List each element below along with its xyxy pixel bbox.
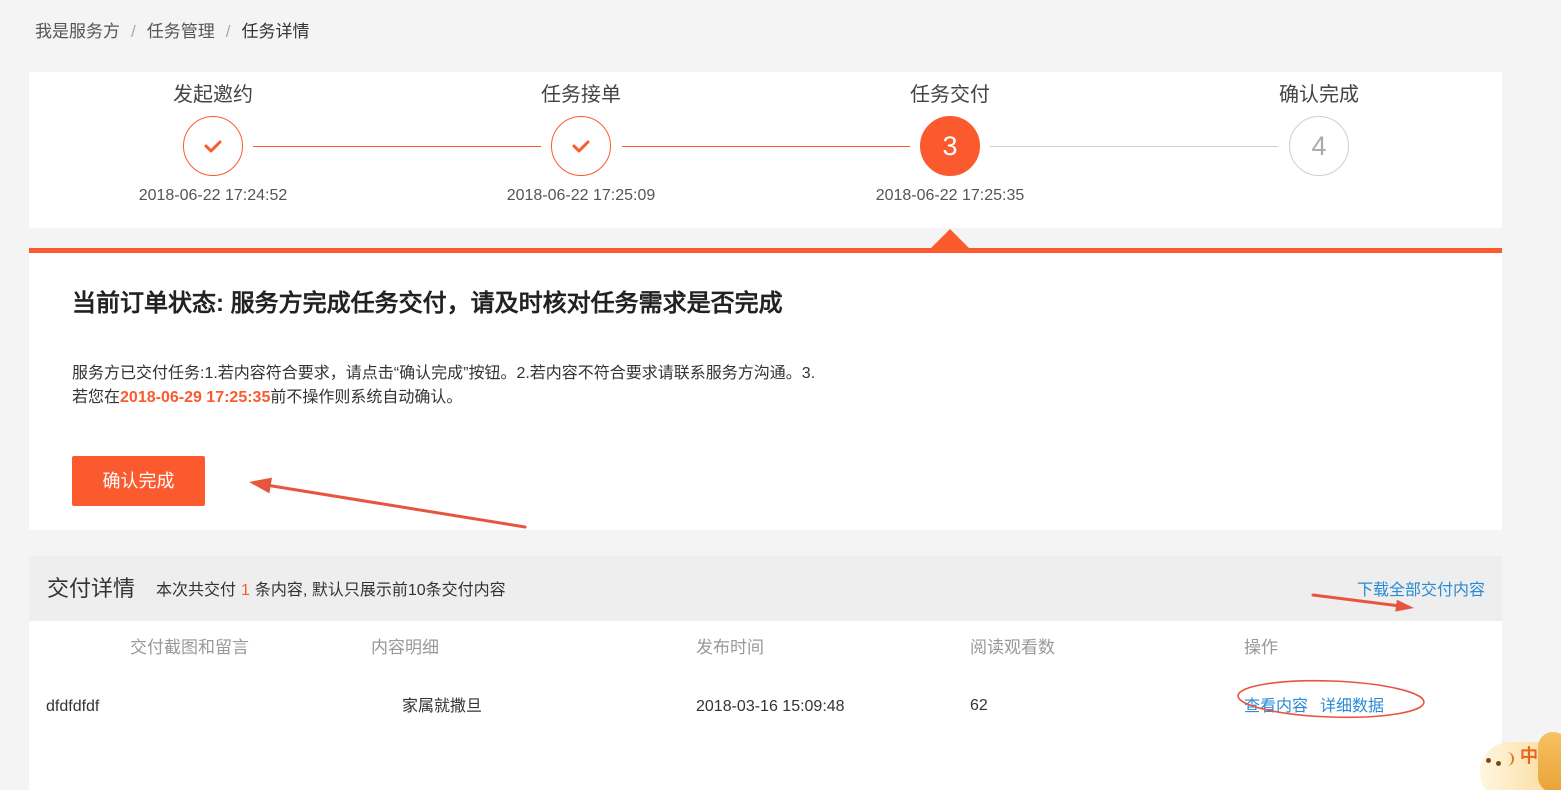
step-deliver: 任务交付 3 2018-06-22 17:25:35: [830, 72, 1070, 228]
summary-prefix: 本次共交付: [156, 582, 237, 599]
view-content-link[interactable]: 查看内容: [1244, 698, 1308, 715]
current-step-pointer: [930, 229, 970, 249]
step-time: 2018-06-22 17:24:52: [138, 187, 288, 204]
download-all-link[interactable]: 下载全部交付内容: [1357, 556, 1485, 626]
breadcrumb-item-service-provider[interactable]: 我是服务方: [35, 22, 120, 41]
cell-publish-time: 2018-03-16 15:09:48: [696, 698, 845, 715]
step-label: 发起邀约: [173, 84, 253, 106]
breadcrumb-item-current: 任务详情: [241, 22, 310, 41]
step-label: 任务接单: [541, 84, 621, 106]
order-status-panel: 当前订单状态: 服务方完成任务交付，请及时核对任务需求是否完成 服务方已交付任务…: [29, 253, 1502, 530]
delivery-details-header: 交付详情 本次共交付 1 条内容, 默认只展示前10条交付内容 下载全部交付内容: [29, 556, 1502, 621]
step-confirm: 确认完成 4: [1199, 72, 1439, 228]
step-label: 任务交付: [910, 84, 990, 106]
step-circle: [183, 116, 243, 176]
delivery-table: 交付截图和留言 内容明细 发布时间 阅读观看数 操作 dfdfdfdf 家属就撒…: [29, 621, 1502, 790]
check-icon: [572, 140, 590, 153]
auto-confirm-deadline: 2018-06-29 17:25:35: [120, 389, 271, 406]
breadcrumb: 我是服务方 / 任务管理 / 任务详情: [35, 21, 309, 43]
breadcrumb-separator: /: [225, 22, 231, 41]
confirm-complete-button[interactable]: 确认完成: [72, 456, 205, 506]
order-status-title: 当前订单状态: 服务方完成任务交付，请及时核对任务需求是否完成: [72, 290, 783, 317]
ime-mascot-eye: [1486, 758, 1491, 763]
step-accept: 任务接单 2018-06-22 17:25:09: [461, 72, 701, 228]
breadcrumb-item-task-management[interactable]: 任务管理: [147, 22, 215, 41]
detail-data-link[interactable]: 详细数据: [1320, 698, 1384, 715]
step-time: 2018-06-22 17:25:09: [506, 187, 656, 204]
delivery-details-title: 交付详情: [47, 576, 136, 601]
delivery-summary: 本次共交付 1 条内容, 默认只展示前10条交付内容: [156, 556, 506, 626]
status-description-line: 服务方已交付任务:1.若内容符合要求，请点击“确认完成”按钮。2.若内容不符合要…: [72, 365, 816, 382]
check-icon: [204, 140, 222, 153]
cell-message: dfdfdfdf: [46, 698, 100, 715]
breadcrumb-separator: /: [131, 22, 136, 41]
status-description-line: 若您在2018-06-29 17:25:35前不操作则系统自动确认。: [72, 386, 815, 410]
order-status-description: 服务方已交付任务:1.若内容符合要求，请点击“确认完成”按钮。2.若内容不符合要…: [72, 362, 815, 410]
column-header-view-count: 阅读观看数: [970, 638, 1055, 657]
ime-mode-label: 中: [1520, 746, 1538, 766]
step-number-circle: 3: [920, 116, 980, 176]
cell-actions: 查看内容 详细数据: [1244, 696, 1384, 718]
cell-content: 家属就撒旦: [402, 698, 483, 715]
cell-view-count: 62: [970, 697, 988, 714]
column-header-screenshot-message: 交付截图和留言: [130, 638, 249, 657]
delivery-count: 1: [241, 582, 250, 599]
step-invite: 发起邀约 2018-06-22 17:24:52: [93, 72, 333, 228]
ime-status-icon[interactable]: 中: [1474, 728, 1561, 790]
step-label: 确认完成: [1279, 84, 1359, 106]
step-circle: [551, 116, 611, 176]
deadline-suffix: 前不操作则系统自动确认。: [270, 389, 463, 406]
deadline-prefix: 若您在: [72, 389, 121, 406]
column-header-actions: 操作: [1244, 638, 1278, 657]
ime-mascot-ear: [1538, 732, 1561, 790]
step-number-circle: 4: [1289, 116, 1349, 176]
progress-steps: 发起邀约 2018-06-22 17:24:52 任务接单 2018-06-22…: [29, 72, 1502, 228]
summary-suffix: 条内容, 默认只展示前10条交付内容: [254, 582, 506, 599]
column-header-publish-time: 发布时间: [696, 638, 764, 657]
step-time: 2018-06-22 17:25:35: [875, 187, 1025, 204]
ime-mascot-eye: [1496, 761, 1501, 766]
column-header-content-detail: 内容明细: [371, 638, 439, 657]
